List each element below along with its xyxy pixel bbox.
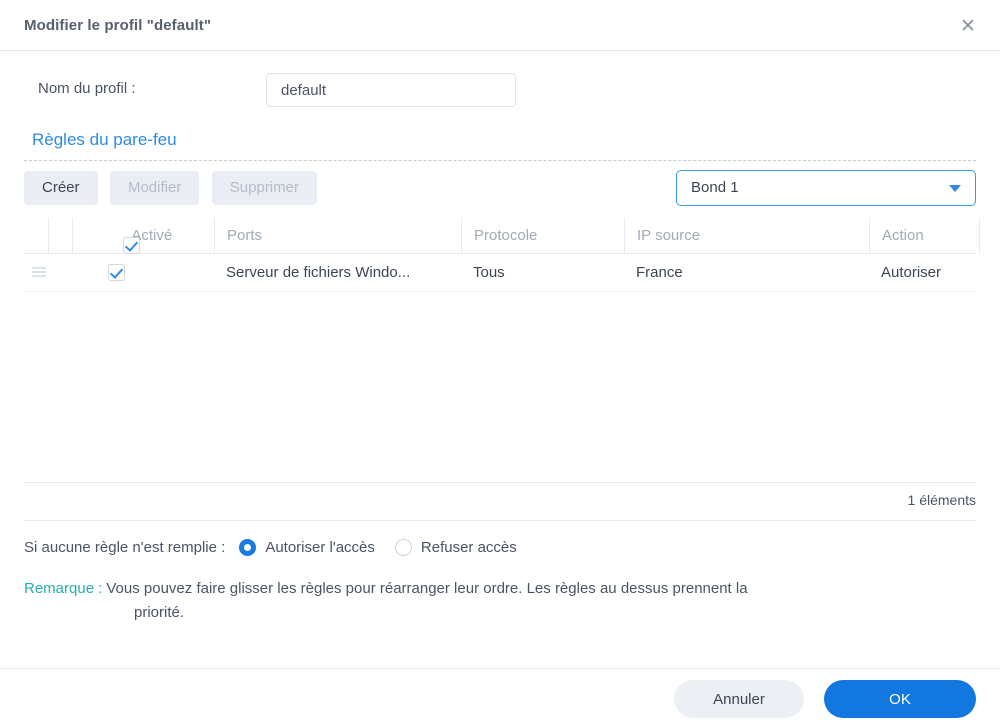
remark-line-2: priorité. xyxy=(134,604,185,621)
remark-line-1: Vous pouvez faire glisser les règles pou… xyxy=(106,580,748,597)
rules-toolbar: Créer Modifier Supprimer xyxy=(24,171,325,205)
profile-name-row: Nom du profil : xyxy=(0,70,1000,110)
edit-profile-dialog: Modifier le profil "default" ✕ Nom du pr… xyxy=(0,0,1000,728)
delete-rule-button[interactable]: Supprimer xyxy=(211,171,317,205)
row-enabled-checkbox[interactable] xyxy=(108,263,125,281)
policy-allow-radio[interactable] xyxy=(239,538,257,556)
table-header-source-ip[interactable]: IP source xyxy=(624,218,869,254)
create-rule-button[interactable]: Créer xyxy=(24,171,98,205)
footer-divider xyxy=(0,668,1000,669)
firewall-rules-table: Activé Ports Protocole IP source Action … xyxy=(24,218,980,292)
row-enabled-cell xyxy=(72,254,214,292)
table-header-extra xyxy=(979,218,1000,254)
section-divider xyxy=(24,160,976,161)
chevron-down-icon xyxy=(949,185,961,192)
table-header-enabled[interactable]: Activé xyxy=(72,218,214,254)
default-policy-row: Si aucune règle n'est remplie : Autorise… xyxy=(24,535,537,559)
table-header-protocol[interactable]: Protocole xyxy=(461,218,624,254)
table-row[interactable]: Serveur de fichiers Windo... Tous France… xyxy=(24,254,976,292)
close-icon[interactable]: ✕ xyxy=(952,10,984,42)
table-header-action[interactable]: Action xyxy=(869,218,979,254)
interface-select-value: Bond 1 xyxy=(691,179,739,196)
table-count: 1 éléments xyxy=(907,492,976,508)
select-all-checkbox[interactable] xyxy=(123,236,140,254)
ok-button[interactable]: OK xyxy=(824,680,976,718)
dialog-titlebar: Modifier le profil "default" ✕ xyxy=(0,0,1000,51)
table-count-divider-top xyxy=(24,482,976,483)
policy-allow-label: Autoriser l'accès xyxy=(265,538,375,556)
profile-name-label: Nom du profil : xyxy=(38,80,136,97)
drag-handle-icon[interactable] xyxy=(32,267,46,278)
interface-select[interactable]: Bond 1 xyxy=(676,170,976,206)
edit-rule-button[interactable]: Modifier xyxy=(109,171,200,205)
row-ports: Serveur de fichiers Windo... xyxy=(226,264,411,281)
policy-option-allow[interactable]: Autoriser l'accès xyxy=(239,538,375,556)
row-source-ip: France xyxy=(636,264,683,281)
cancel-button[interactable]: Annuler xyxy=(674,680,804,718)
firewall-rules-heading: Règles du pare-feu xyxy=(32,130,177,149)
policy-deny-radio[interactable] xyxy=(394,538,412,556)
table-empty-area xyxy=(24,294,976,482)
table-count-divider-bottom xyxy=(24,520,976,521)
table-header-ports[interactable]: Ports xyxy=(214,218,461,254)
policy-option-deny[interactable]: Refuser accès xyxy=(394,538,517,556)
dialog-title: Modifier le profil "default" xyxy=(24,17,212,34)
remark-block: Remarque : Vous pouvez faire glisser les … xyxy=(24,577,954,625)
row-protocol: Tous xyxy=(473,264,505,281)
policy-deny-label: Refuser accès xyxy=(420,538,517,556)
remark-label: Remarque : xyxy=(24,580,103,597)
table-header-row: Activé Ports Protocole IP source Action xyxy=(24,218,980,254)
default-policy-label: Si aucune règle n'est remplie : xyxy=(24,538,226,556)
row-action: Autoriser xyxy=(881,264,942,281)
profile-name-input[interactable] xyxy=(266,73,516,107)
